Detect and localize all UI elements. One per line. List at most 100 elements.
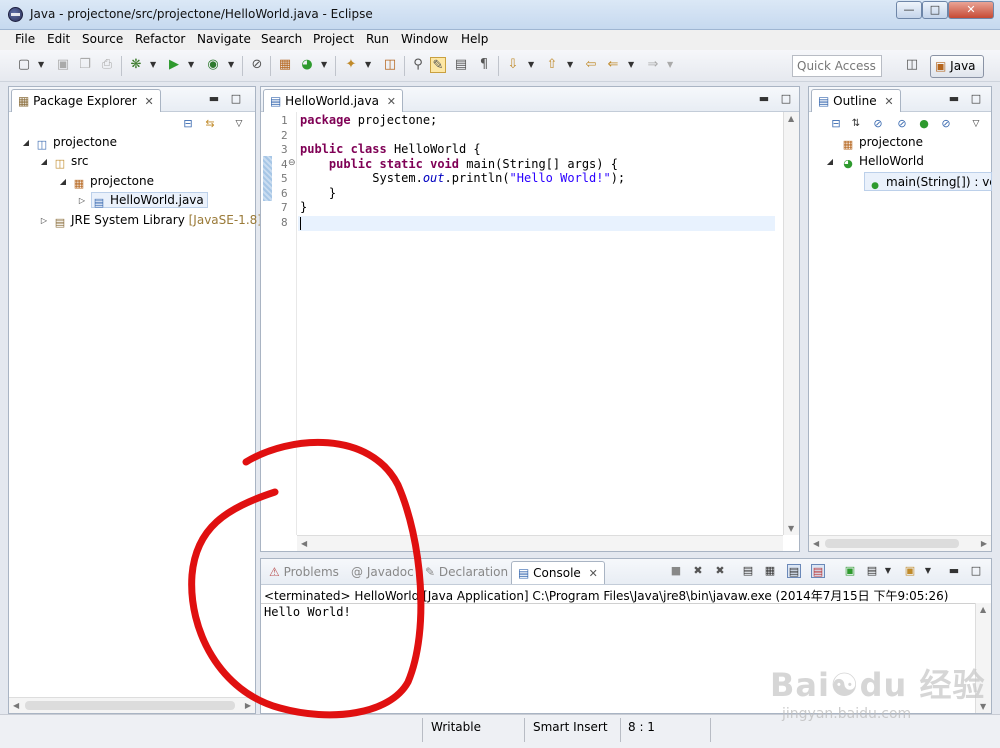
tab-console[interactable]: ▤ Console ✕ [511, 561, 605, 584]
maximize-view-icon[interactable]: □ [779, 92, 793, 106]
outline-item-method[interactable]: ● main(String[]) : vc [864, 172, 992, 191]
chevron-down-icon[interactable]: ▼ [365, 57, 373, 73]
scroll-down-icon[interactable]: ▼ [980, 702, 986, 711]
tree-item-java-file[interactable]: ▷ ▤ HelloWorld.java [77, 191, 208, 210]
collapsed-icon[interactable]: ▷ [77, 191, 87, 210]
tab-javadoc[interactable]: @ Javadoc [345, 561, 420, 584]
show-on-output-icon[interactable]: ▤ [787, 564, 801, 578]
sort-icon[interactable]: ⇅ [849, 117, 863, 131]
skip-breakpoints-icon[interactable]: ⊘ [249, 57, 265, 73]
debug-icon[interactable]: ❋ [128, 57, 144, 73]
scroll-left-icon[interactable]: ◀ [813, 539, 819, 548]
menu-source[interactable]: Source [82, 32, 123, 46]
scrollbar-thumb[interactable] [25, 701, 235, 710]
forward-icon[interactable]: ⇒ [645, 57, 661, 73]
scrollbar-thumb[interactable] [825, 539, 959, 548]
show-whitespace-icon[interactable]: ¶ [476, 57, 492, 73]
terminate-icon[interactable]: ■ [669, 564, 683, 578]
tab-declaration[interactable]: ✎ Declaration [419, 561, 514, 584]
menu-navigate[interactable]: Navigate [197, 32, 251, 46]
scroll-down-icon[interactable]: ▼ [788, 524, 794, 533]
close-icon[interactable]: ✕ [145, 95, 154, 108]
scroll-right-icon[interactable]: ▶ [245, 701, 251, 710]
scroll-up-icon[interactable]: ▲ [788, 114, 794, 123]
maximize-view-icon[interactable]: □ [969, 564, 983, 578]
save-icon[interactable]: ▣ [55, 57, 71, 73]
chevron-down-icon[interactable]: ▼ [667, 57, 675, 73]
quick-access-input[interactable]: Quick Access [792, 55, 882, 77]
run-icon[interactable]: ▶ [166, 57, 182, 73]
close-button[interactable]: ✕ [948, 1, 994, 19]
menu-file[interactable]: File [15, 32, 35, 46]
code-line-7[interactable]: } [300, 200, 307, 214]
menu-refactor[interactable]: Refactor [135, 32, 185, 46]
hide-fields-icon[interactable]: ⊘ [871, 117, 885, 131]
tree-item-project[interactable]: ◢ ◫ projectone [21, 133, 117, 152]
external-tools-icon[interactable]: ◉ [205, 57, 221, 73]
hide-nonpublic-icon[interactable]: ● [917, 117, 931, 131]
link-with-editor-icon[interactable]: ⇆ [203, 117, 217, 131]
block-selection-icon[interactable]: ▤ [453, 57, 469, 73]
collapsed-icon[interactable]: ▷ [39, 211, 49, 230]
console-output-text[interactable]: Hello World! [264, 605, 351, 619]
previous-annotation-icon[interactable]: ⇧ [544, 57, 560, 73]
maximize-button[interactable]: □ [922, 1, 948, 19]
view-menu-icon[interactable]: ▽ [232, 117, 246, 131]
close-icon[interactable]: ✕ [589, 567, 598, 580]
horizontal-scrollbar[interactable]: ◀ ▶ [9, 697, 255, 713]
minimize-view-icon[interactable]: ▬ [207, 92, 221, 106]
outline-item-package[interactable]: ▦ projectone [841, 133, 923, 152]
scroll-right-icon[interactable]: ▶ [981, 539, 987, 548]
new-java-package-icon[interactable]: ▦ [277, 57, 293, 73]
fold-icon[interactable]: ⊖ [288, 158, 296, 168]
code-line-6[interactable]: } [300, 186, 336, 200]
open-type-icon[interactable]: ✦ [343, 57, 359, 73]
code-line-4[interactable]: public static void main(String[] args) { [300, 157, 618, 171]
expanded-icon[interactable]: ◢ [825, 152, 835, 171]
show-on-error-icon[interactable]: ▤ [811, 564, 825, 578]
chevron-down-icon[interactable]: ▼ [150, 57, 158, 73]
horizontal-scrollbar[interactable]: ◀ ▶ [809, 535, 991, 551]
save-all-icon[interactable]: ❐ [77, 57, 93, 73]
scroll-lock-icon[interactable]: ▦ [763, 564, 777, 578]
chevron-down-icon[interactable]: ▼ [38, 57, 46, 73]
last-edit-icon[interactable]: ⇦ [583, 57, 599, 73]
close-icon[interactable]: ✕ [387, 95, 396, 108]
tree-item-jre-library[interactable]: ▷ ▤ JRE System Library [JavaSE-1.8] [39, 211, 262, 230]
chevron-down-icon[interactable]: ▼ [188, 57, 196, 73]
open-console-icon[interactable]: ▣ [903, 564, 917, 578]
hide-static-icon[interactable]: ⊘ [895, 117, 909, 131]
scroll-left-icon[interactable]: ◀ [301, 539, 307, 548]
menu-search[interactable]: Search [261, 32, 302, 46]
tree-item-src[interactable]: ◢ ◫ src [39, 152, 89, 171]
vertical-scrollbar[interactable]: ▲ ▼ [975, 603, 991, 713]
chevron-down-icon[interactable]: ▼ [921, 564, 935, 578]
chevron-down-icon[interactable]: ▼ [628, 57, 636, 73]
chevron-down-icon[interactable]: ▼ [528, 57, 536, 73]
menu-project[interactable]: Project [313, 32, 354, 46]
chevron-down-icon[interactable]: ▼ [321, 57, 329, 73]
tab-helloworld-java[interactable]: ▤ HelloWorld.java ✕ [263, 89, 403, 112]
maximize-view-icon[interactable]: □ [229, 92, 243, 106]
minimize-button[interactable]: — [896, 1, 922, 19]
print-icon[interactable]: ⎙ [99, 57, 115, 73]
java-perspective-button[interactable]: ▣ Java [930, 55, 984, 78]
vertical-scrollbar[interactable]: ▲ ▼ [783, 112, 799, 535]
new-icon[interactable]: ▢ [16, 57, 32, 73]
tab-problems[interactable]: ⚠ Problems [263, 561, 345, 584]
close-icon[interactable]: ✕ [884, 95, 893, 108]
maximize-view-icon[interactable]: □ [969, 92, 983, 106]
expanded-icon[interactable]: ◢ [39, 152, 49, 171]
minimize-view-icon[interactable]: ▬ [947, 564, 961, 578]
remove-all-icon[interactable]: ✖ [713, 564, 727, 578]
hide-local-types-icon[interactable]: ⊘ [939, 117, 953, 131]
display-console-icon[interactable]: ▤ [865, 564, 879, 578]
tab-outline[interactable]: ▤ Outline ✕ [811, 89, 901, 112]
horizontal-scrollbar[interactable]: ◀ [297, 535, 783, 551]
code-line-5[interactable]: System.out.println("Hello World!"); [300, 171, 625, 185]
scroll-up-icon[interactable]: ▲ [980, 605, 986, 614]
back-icon[interactable]: ⇐ [605, 57, 621, 73]
console-output-area[interactable] [261, 603, 991, 713]
collapse-all-icon[interactable]: ⊟ [829, 117, 843, 131]
open-folder-icon[interactable]: ◫ [382, 57, 398, 73]
